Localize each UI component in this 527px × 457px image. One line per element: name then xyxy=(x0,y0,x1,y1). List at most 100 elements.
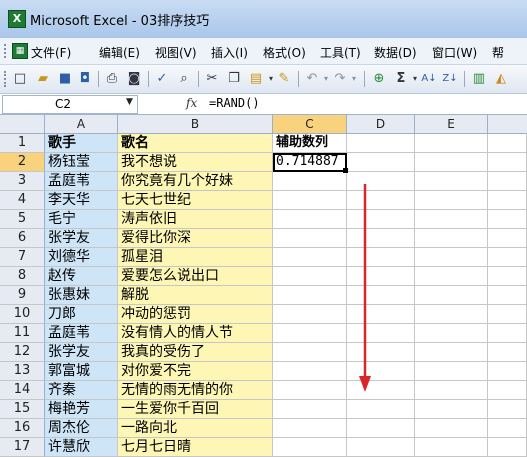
cell-b-row-9[interactable]: 解脱 xyxy=(118,286,273,305)
print-icon[interactable]: ⎙ xyxy=(104,71,120,87)
cell-a-row-10[interactable]: 刀郎 xyxy=(45,305,118,324)
cell-c-row-9[interactable] xyxy=(273,286,347,305)
row-header-row-13[interactable]: 13 xyxy=(0,362,45,381)
insert-function-icon[interactable]: fx xyxy=(186,96,197,110)
open-folder-icon[interactable]: ▰ xyxy=(35,71,51,87)
cell-a-row-3[interactable]: 孟庭苇 xyxy=(45,172,118,191)
cell-d-row-2[interactable] xyxy=(347,153,415,172)
column-header-c[interactable]: C xyxy=(273,115,347,134)
cut-icon[interactable]: ✂ xyxy=(204,71,220,87)
name-box[interactable]: C2 ▼ xyxy=(2,95,138,114)
cell-d-row-1[interactable] xyxy=(347,134,415,153)
menu-tools[interactable]: 工具(T) xyxy=(320,44,361,61)
row-header-row-10[interactable]: 10 xyxy=(0,305,45,324)
cell-b-row-10[interactable]: 冲动的惩罚 xyxy=(118,305,273,324)
row-header-row-2[interactable]: 2 xyxy=(0,153,45,172)
menu-help[interactable]: 帮 xyxy=(492,44,504,61)
column-header-a[interactable]: A xyxy=(45,115,118,134)
cell-f-row-7[interactable] xyxy=(488,248,527,267)
cell-b-row-6[interactable]: 爱得比你深 xyxy=(118,229,273,248)
cell-f-row-6[interactable] xyxy=(488,229,527,248)
cell-a-row-11[interactable]: 孟庭苇 xyxy=(45,324,118,343)
hyperlink-icon[interactable]: ⊕ xyxy=(371,71,387,87)
cell-f-row-5[interactable] xyxy=(488,210,527,229)
row-header-row-17[interactable]: 17 xyxy=(0,438,45,457)
cell-e-row-5[interactable] xyxy=(415,210,488,229)
cell-f-row-11[interactable] xyxy=(488,324,527,343)
cell-e-row-1[interactable] xyxy=(415,134,488,153)
cell-f-row-10[interactable] xyxy=(488,305,527,324)
cell-b-row-11[interactable]: 没有情人的情人节 xyxy=(118,324,273,343)
chevron-down-icon[interactable]: ▼ xyxy=(126,97,133,107)
cell-b-row-2[interactable]: 我不想说 xyxy=(118,153,273,172)
cell-e-row-15[interactable] xyxy=(415,400,488,419)
menu-view[interactable]: 视图(V) xyxy=(155,44,197,61)
cell-a-row-17[interactable]: 许慧欣 xyxy=(45,438,118,457)
cell-b-row-17[interactable]: 七月七日晴 xyxy=(118,438,273,457)
cell-c-row-5[interactable] xyxy=(273,210,347,229)
cell-e-row-12[interactable] xyxy=(415,343,488,362)
cell-e-row-3[interactable] xyxy=(415,172,488,191)
column-header-e[interactable]: E xyxy=(415,115,488,134)
cell-b-row-16[interactable]: 一路向北 xyxy=(118,419,273,438)
cell-f-row-2[interactable] xyxy=(488,153,527,172)
cell-a-row-12[interactable]: 张学友 xyxy=(45,343,118,362)
cell-e-row-13[interactable] xyxy=(415,362,488,381)
cell-b-row-5[interactable]: 涛声依旧 xyxy=(118,210,273,229)
row-header-row-4[interactable]: 4 xyxy=(0,191,45,210)
menu-file[interactable]: 文件(F) xyxy=(31,44,71,61)
sort-ascending-icon[interactable]: A↓ xyxy=(421,71,437,87)
menu-format[interactable]: 格式(O) xyxy=(263,44,306,61)
chart-wizard-icon[interactable]: ▥ xyxy=(471,71,487,87)
cell-c-row-8[interactable] xyxy=(273,267,347,286)
cell-a-row-16[interactable]: 周杰伦 xyxy=(45,419,118,438)
menu-edit[interactable]: 编辑(E) xyxy=(99,44,140,61)
excel-app-icon[interactable]: X xyxy=(8,10,26,28)
menu-grip-icon[interactable] xyxy=(4,44,8,58)
row-header-row-1[interactable]: 1 xyxy=(0,134,45,153)
cell-f-row-15[interactable] xyxy=(488,400,527,419)
cell-e-row-16[interactable] xyxy=(415,419,488,438)
cell-f-row-16[interactable] xyxy=(488,419,527,438)
cell-c-row-10[interactable] xyxy=(273,305,347,324)
cell-c-row-15[interactable] xyxy=(273,400,347,419)
toolbar-grip-icon[interactable] xyxy=(4,71,8,87)
cell-a-row-15[interactable]: 梅艳芳 xyxy=(45,400,118,419)
cell-a-row-4[interactable]: 李天华 xyxy=(45,191,118,210)
cell-a-row-6[interactable]: 张学友 xyxy=(45,229,118,248)
research-icon[interactable]: ⌕ xyxy=(176,71,192,87)
menu-insert[interactable]: 插入(I) xyxy=(211,44,248,61)
cell-c-row-1[interactable]: 辅助数列 xyxy=(273,134,347,153)
permission-icon[interactable]: ◘ xyxy=(77,71,93,87)
cell-a-row-2[interactable]: 杨钰莹 xyxy=(45,153,118,172)
menu-data[interactable]: 数据(D) xyxy=(374,44,417,61)
row-header-row-12[interactable]: 12 xyxy=(0,343,45,362)
cell-c-row-3[interactable] xyxy=(273,172,347,191)
cell-f-row-13[interactable] xyxy=(488,362,527,381)
cell-b-row-14[interactable]: 无情的雨无情的你 xyxy=(118,381,273,400)
drawing-icon[interactable]: ◭ xyxy=(493,71,509,87)
row-header-row-11[interactable]: 11 xyxy=(0,324,45,343)
sort-descending-icon[interactable]: Z↓ xyxy=(442,71,458,87)
copy-icon[interactable]: ❐ xyxy=(226,71,242,87)
row-header-row-15[interactable]: 15 xyxy=(0,400,45,419)
row-header-row-3[interactable]: 3 xyxy=(0,172,45,191)
redo-dropdown-icon[interactable]: ▾ xyxy=(346,71,362,87)
column-header-b[interactable]: B xyxy=(118,115,273,134)
cell-b-row-7[interactable]: 孤星泪 xyxy=(118,248,273,267)
cell-c-row-4[interactable] xyxy=(273,191,347,210)
cell-b-row-12[interactable]: 我真的受伤了 xyxy=(118,343,273,362)
format-painter-icon[interactable]: ✎ xyxy=(276,71,292,87)
workbook-icon[interactable]: ▦ xyxy=(12,43,28,59)
cell-d-row-16[interactable] xyxy=(347,419,415,438)
cell-f-row-3[interactable] xyxy=(488,172,527,191)
select-all-corner[interactable] xyxy=(0,115,45,134)
formula-input[interactable]: =RAND() xyxy=(209,96,260,110)
cell-c-row-17[interactable] xyxy=(273,438,347,457)
paste-icon[interactable]: ▤ xyxy=(248,71,264,87)
cell-c-row-2[interactable]: 0.714887 xyxy=(273,153,347,172)
cell-e-row-9[interactable] xyxy=(415,286,488,305)
print-preview-icon[interactable]: ◙ xyxy=(126,71,142,87)
cell-a-row-5[interactable]: 毛宁 xyxy=(45,210,118,229)
cell-a-row-7[interactable]: 刘德华 xyxy=(45,248,118,267)
